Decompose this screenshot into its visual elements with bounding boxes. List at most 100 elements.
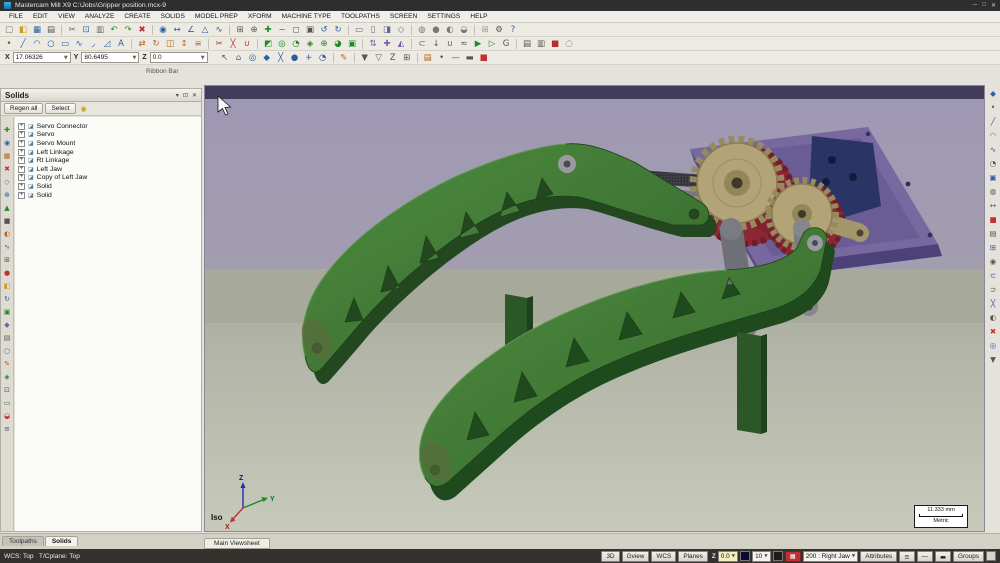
gview-right-icon[interactable]: ◨ [381, 24, 393, 36]
recent-copy-icon[interactable]: ⊡ [2, 385, 12, 395]
plane-select-icon[interactable]: ▽ [373, 52, 385, 64]
print-icon[interactable]: ▤ [45, 24, 57, 36]
z-depth-field[interactable]: 0.0▼ [718, 551, 738, 562]
create-line-icon[interactable]: ╱ [17, 38, 29, 50]
shaded-icon[interactable]: ● [430, 24, 442, 36]
panel-menu-icon[interactable]: ▾ [176, 92, 179, 99]
backplot-icon[interactable]: ▷ [486, 38, 498, 50]
quickmask-points-icon[interactable]: • [988, 102, 999, 113]
recent-verify-icon[interactable]: ▲ [2, 203, 12, 213]
create-text-icon[interactable]: A [115, 38, 127, 50]
tree-item-copy-of-left-jaw[interactable]: +◪Copy of Left Jaw [15, 174, 201, 183]
quickmask-clear-icon[interactable]: ✖ [988, 326, 999, 337]
wcs-select-icon[interactable]: ⊞ [401, 52, 413, 64]
repaint-icon[interactable]: ↺ [318, 24, 330, 36]
save-file-icon[interactable]: ▦ [31, 24, 43, 36]
recent-delete-icon[interactable]: ✖ [2, 164, 12, 174]
modelprep-move-icon[interactable]: ✚ [381, 38, 393, 50]
undo-icon[interactable]: ↶ [108, 24, 120, 36]
recent-loft-icon[interactable]: ◆ [2, 320, 12, 330]
menu-model-prep[interactable]: MODEL PREP [190, 13, 243, 20]
status-planes-button[interactable]: Planes [678, 551, 708, 562]
tree-item-servo-connector[interactable]: +◪Servo Connector [15, 122, 201, 131]
recent-shade-icon[interactable]: ■ [2, 216, 12, 226]
menu-analyze[interactable]: ANALYZE [80, 13, 120, 20]
quickmask-intersect-icon[interactable]: ╳ [988, 298, 999, 309]
gview-top-icon[interactable]: ▭ [353, 24, 365, 36]
open-file-icon[interactable]: ◧ [17, 24, 29, 36]
solid-extrude-icon[interactable]: ◩ [262, 38, 274, 50]
expand-icon[interactable]: + [18, 157, 25, 164]
line-width-icon[interactable]: ▬ [464, 52, 476, 64]
unzoom-icon[interactable]: ◻ [290, 24, 302, 36]
recent-open-icon[interactable]: ◧ [2, 281, 12, 291]
quickmask-inside-icon[interactable]: ⊂ [988, 270, 999, 281]
solid-revolve-icon[interactable]: ◎ [276, 38, 288, 50]
origin-point-icon[interactable]: ⌂ [233, 52, 245, 64]
cut-icon[interactable]: ✂ [66, 24, 78, 36]
recent-sketch-icon[interactable]: ✎ [2, 359, 12, 369]
create-arc-icon[interactable]: ◠ [31, 38, 43, 50]
quickmask-wireframe-icon[interactable]: ◍ [988, 186, 999, 197]
analyze-dynamic-icon[interactable]: △ [199, 24, 211, 36]
intersection-icon[interactable]: ╳ [275, 52, 287, 64]
help-icon[interactable]: ? [507, 24, 519, 36]
color-picker-icon[interactable]: ■ [549, 38, 561, 50]
y-coordinate-field[interactable]: 80.6495▼ [81, 52, 139, 63]
section-view-icon[interactable]: ◒ [458, 24, 470, 36]
recent-boolean-icon[interactable]: ⊕ [2, 190, 12, 200]
panel-pin-icon[interactable]: ⊡ [183, 92, 188, 99]
new-file-icon[interactable]: ▢ [3, 24, 15, 36]
gview-front-icon[interactable]: ▯ [367, 24, 379, 36]
quickmask-level-icon[interactable]: ▤ [988, 228, 999, 239]
auto-cursor-icon[interactable]: ↖ [219, 52, 231, 64]
line-style-icon[interactable]: — [450, 52, 462, 64]
dock-tab-solids[interactable]: Solids [45, 536, 79, 546]
tree-item-servo[interactable]: +◪Servo [15, 131, 201, 140]
recent-spline-icon[interactable]: ∿ [2, 242, 12, 252]
quickmask-arcs-icon[interactable]: ◠ [988, 130, 999, 141]
analyze-entity-icon[interactable]: ◉ [157, 24, 169, 36]
menu-file[interactable]: FILE [4, 13, 28, 20]
tree-item-servo-mount[interactable]: +◪Servo Mount [15, 139, 201, 148]
line-width-field[interactable]: 10▼ [752, 551, 771, 562]
blank-entity-icon[interactable]: ◌ [563, 38, 575, 50]
quickmask-all-icon[interactable]: ◆ [988, 88, 999, 99]
close-button[interactable]: ✕ [991, 2, 996, 9]
solid-fillet-icon[interactable]: ◕ [332, 38, 344, 50]
midpoint-icon[interactable]: ● [289, 52, 301, 64]
solid-sweep-icon[interactable]: ◔ [290, 38, 302, 50]
xform-scale-icon[interactable]: ↕ [178, 38, 190, 50]
minimize-button[interactable]: ─ [973, 2, 977, 9]
menu-edit[interactable]: EDIT [28, 13, 53, 20]
z-depth-icon[interactable]: Z [387, 52, 399, 64]
quickmask-color-icon[interactable]: ■ [988, 214, 999, 225]
solid-shell-icon[interactable]: ▣ [346, 38, 358, 50]
entity-color-icon[interactable]: ■ [478, 52, 490, 64]
solid-loft-icon[interactable]: ◈ [304, 38, 316, 50]
recent-analyze-icon[interactable]: ◉ [2, 138, 12, 148]
trim-icon[interactable]: ✂ [213, 38, 225, 50]
recent-list-icon[interactable]: ≡ [2, 424, 12, 434]
delete-entity-icon[interactable]: ✖ [136, 24, 148, 36]
recent-save-icon[interactable]: ▦ [2, 151, 12, 161]
arc-center-icon[interactable]: ◎ [247, 52, 259, 64]
line-width-button[interactable]: ▬ [935, 551, 951, 562]
groups-button[interactable]: Groups [953, 551, 984, 562]
lamp-icon[interactable]: ◉ [81, 105, 87, 113]
menu-settings[interactable]: SETTINGS [422, 13, 465, 20]
toolpath-surface-icon[interactable]: ≈ [458, 38, 470, 50]
graphics-viewport[interactable]: Z Y X Iso 11.333 mm Metric [204, 85, 985, 532]
point-style-button[interactable]: ≡ [899, 551, 914, 562]
recent-zoom-in-icon[interactable]: ✚ [2, 125, 12, 135]
zoom-in-icon[interactable]: ✚ [262, 24, 274, 36]
redo-icon[interactable]: ↷ [122, 24, 134, 36]
expand-icon[interactable]: + [18, 123, 25, 130]
menu-solids[interactable]: SOLIDS [156, 13, 190, 20]
viewsheet-tab[interactable]: Main Viewsheet [204, 538, 270, 549]
attributes-manager-icon[interactable]: ▥ [535, 38, 547, 50]
expand-icon[interactable]: + [18, 140, 25, 147]
quadrant-icon[interactable]: ◔ [317, 52, 329, 64]
expand-icon[interactable]: + [18, 192, 25, 199]
dock-tab-toolpaths[interactable]: Toolpaths [2, 536, 44, 546]
